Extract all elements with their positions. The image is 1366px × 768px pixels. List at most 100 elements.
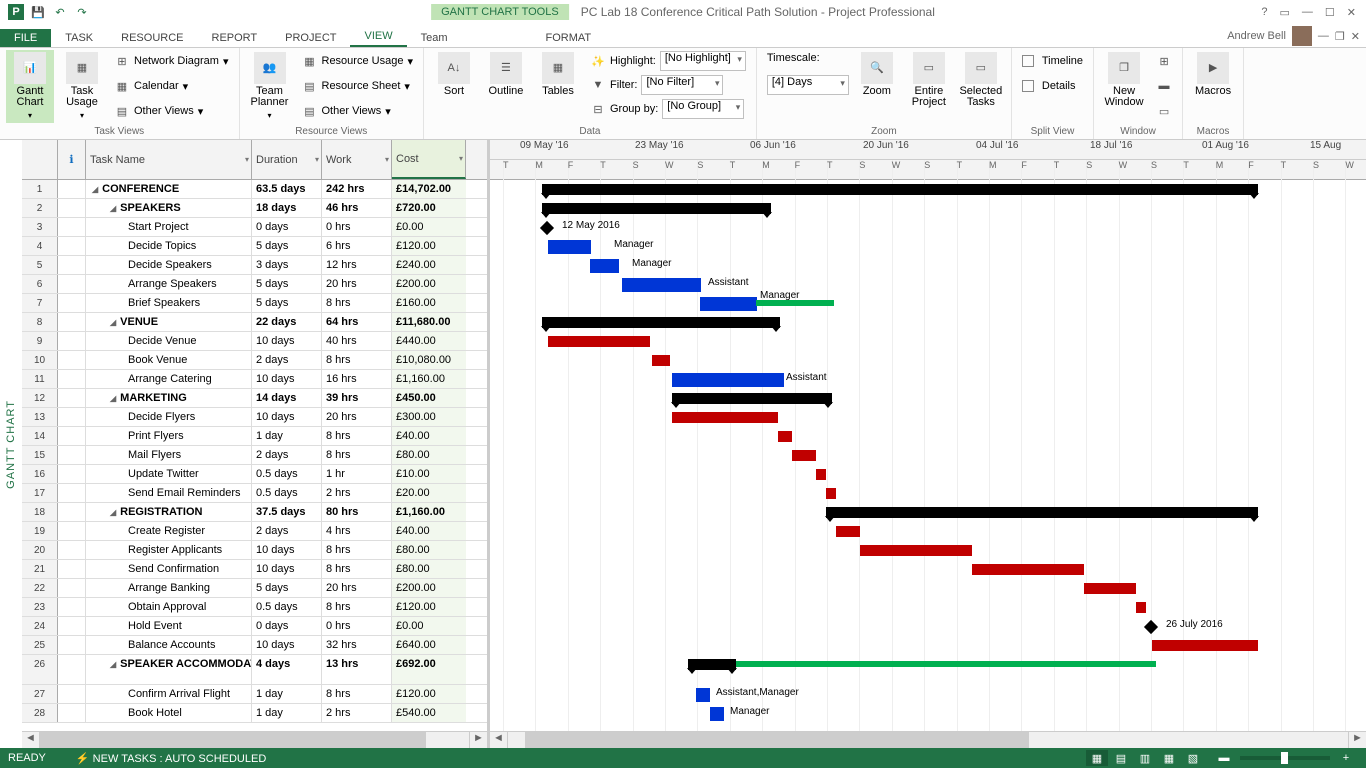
cell-cost[interactable]: £160.00 [392, 294, 466, 312]
table-row[interactable]: 10Book Venue2 days8 hrs£10,080.00 [22, 351, 487, 370]
arrange-all-button[interactable]: ▬ [1152, 75, 1176, 97]
gantt-chart-area[interactable]: 09 May '1623 May '1606 Jun '1620 Jun '16… [490, 140, 1366, 748]
gantt-bar[interactable] [972, 564, 1084, 575]
cell-duration[interactable]: 10 days [252, 541, 322, 559]
cell-cost[interactable]: £240.00 [392, 256, 466, 274]
col-work[interactable]: Work▾ [322, 140, 392, 179]
cell-cost[interactable]: £1,160.00 [392, 370, 466, 388]
new-window-button[interactable]: ❐New Window [1100, 50, 1148, 110]
cell-task-name[interactable]: Send Confirmation [86, 560, 252, 578]
select-all-cell[interactable] [22, 140, 58, 179]
team-planner-button[interactable]: 👥Team Planner▾ [246, 50, 294, 123]
collapse-icon[interactable]: ◢ [110, 508, 116, 517]
gantt-bar[interactable] [1084, 583, 1136, 594]
status-newtasks[interactable]: ⚡ NEW TASKS : AUTO SCHEDULED [76, 752, 266, 765]
tab-format[interactable]: FORMAT [532, 29, 606, 47]
cell-work[interactable]: 8 hrs [322, 560, 392, 578]
cell-duration[interactable]: 10 days [252, 370, 322, 388]
task-usage-button[interactable]: ▦Task Usage▾ [58, 50, 106, 123]
cell-work[interactable]: 46 hrs [322, 199, 392, 217]
mdi-minimize-icon[interactable]: — [1318, 30, 1329, 42]
cell-cost[interactable]: £20.00 [392, 484, 466, 502]
cell-cost[interactable]: £720.00 [392, 199, 466, 217]
row-number[interactable]: 8 [22, 313, 58, 331]
collapse-icon[interactable]: ◢ [110, 204, 116, 213]
network-diagram-button[interactable]: ⊞Network Diagram ▾ [110, 50, 233, 72]
cell-cost[interactable]: £40.00 [392, 427, 466, 445]
timescale[interactable]: 09 May '1623 May '1606 Jun '1620 Jun '16… [490, 140, 1366, 180]
mdi-close-icon[interactable]: ✕ [1351, 30, 1360, 43]
cell-work[interactable]: 0 hrs [322, 218, 392, 236]
tab-project[interactable]: PROJECT [271, 29, 350, 47]
gantt-bar[interactable] [836, 526, 860, 537]
outline-button[interactable]: ☰Outline [482, 50, 530, 99]
table-row[interactable]: 16Update Twitter0.5 days1 hr£10.00 [22, 465, 487, 484]
gantt-bar[interactable] [622, 278, 701, 292]
maximize-icon[interactable]: ☐ [1325, 6, 1335, 19]
gantt-bar[interactable] [860, 545, 972, 556]
cell-duration[interactable]: 5 days [252, 579, 322, 597]
col-duration[interactable]: Duration▾ [252, 140, 322, 179]
table-row[interactable]: 4Decide Topics5 days6 hrs£120.00 [22, 237, 487, 256]
collapse-icon[interactable]: ◢ [110, 318, 116, 327]
close-icon[interactable]: ✕ [1347, 6, 1356, 19]
cell-task-name[interactable]: Create Register [86, 522, 252, 540]
gantt-bar[interactable] [736, 661, 1156, 667]
indicators-header[interactable]: ℹ [58, 140, 86, 179]
cell-task-name[interactable]: ◢SPEAKER ACCOMMODATION [86, 655, 252, 684]
table-row[interactable]: 28Book Hotel1 day2 hrs£540.00 [22, 704, 487, 723]
cell-task-name[interactable]: Send Email Reminders [86, 484, 252, 502]
row-number[interactable]: 20 [22, 541, 58, 559]
resource-usage-button[interactable]: ▦Resource Usage ▾ [298, 50, 417, 72]
undo-icon[interactable]: ↶ [52, 4, 68, 20]
row-number[interactable]: 28 [22, 704, 58, 722]
table-row[interactable]: 25Balance Accounts10 days32 hrs£640.00 [22, 636, 487, 655]
cell-work[interactable]: 8 hrs [322, 294, 392, 312]
cell-work[interactable]: 8 hrs [322, 446, 392, 464]
cell-work[interactable]: 20 hrs [322, 408, 392, 426]
other-views-button[interactable]: ▤Other Views ▾ [110, 100, 233, 122]
tab-view[interactable]: VIEW [350, 27, 406, 47]
gantt-bar[interactable] [696, 688, 710, 702]
highlight-dropdown[interactable]: [No Highlight] [660, 51, 746, 71]
calendar-button[interactable]: ▦Calendar ▾ [110, 75, 233, 97]
row-number[interactable]: 22 [22, 579, 58, 597]
gantt-bar[interactable] [672, 393, 832, 404]
row-number[interactable]: 3 [22, 218, 58, 236]
cell-cost[interactable]: £120.00 [392, 685, 466, 703]
cell-work[interactable]: 80 hrs [322, 503, 392, 521]
scroll-left-icon[interactable]: ◄ [22, 732, 39, 748]
milestone[interactable] [1144, 620, 1158, 634]
collapse-icon[interactable]: ◢ [92, 185, 98, 194]
cell-task-name[interactable]: Brief Speakers [86, 294, 252, 312]
gantt-bar[interactable] [1152, 640, 1258, 651]
table-row[interactable]: 27Confirm Arrival Flight1 day8 hrs£120.0… [22, 685, 487, 704]
row-number[interactable]: 13 [22, 408, 58, 426]
cell-task-name[interactable]: Start Project [86, 218, 252, 236]
table-row[interactable]: 14Print Flyers1 day8 hrs£40.00 [22, 427, 487, 446]
ribbon-options-icon[interactable]: ▭ [1280, 6, 1290, 19]
redo-icon[interactable]: ↷ [74, 4, 90, 20]
cell-task-name[interactable]: ◢SPEAKERS [86, 199, 252, 217]
row-number[interactable]: 27 [22, 685, 58, 703]
timescale-dropdown[interactable]: [4] Days [767, 75, 849, 95]
cell-cost[interactable]: £300.00 [392, 408, 466, 426]
macros-button[interactable]: ▶Macros [1189, 50, 1237, 99]
row-number[interactable]: 21 [22, 560, 58, 578]
cell-work[interactable]: 32 hrs [322, 636, 392, 654]
gantt-bar[interactable] [710, 707, 724, 721]
cell-duration[interactable]: 0.5 days [252, 465, 322, 483]
scroll-right-icon[interactable]: ► [470, 732, 487, 748]
tab-resource[interactable]: RESOURCE [107, 29, 197, 47]
table-row[interactable]: 8◢VENUE22 days64 hrs£11,680.00 [22, 313, 487, 332]
cell-work[interactable]: 8 hrs [322, 541, 392, 559]
cell-duration[interactable]: 2 days [252, 446, 322, 464]
cell-duration[interactable]: 2 days [252, 351, 322, 369]
gantt-bar[interactable] [672, 373, 784, 387]
gantt-chart-button[interactable]: 📊Gantt Chart▾ [6, 50, 54, 123]
table-row[interactable]: 17Send Email Reminders0.5 days2 hrs£20.0… [22, 484, 487, 503]
cell-duration[interactable]: 63.5 days [252, 180, 322, 198]
collapse-icon[interactable]: ◢ [110, 660, 116, 669]
cell-work[interactable]: 242 hrs [322, 180, 392, 198]
cell-task-name[interactable]: Arrange Catering [86, 370, 252, 388]
